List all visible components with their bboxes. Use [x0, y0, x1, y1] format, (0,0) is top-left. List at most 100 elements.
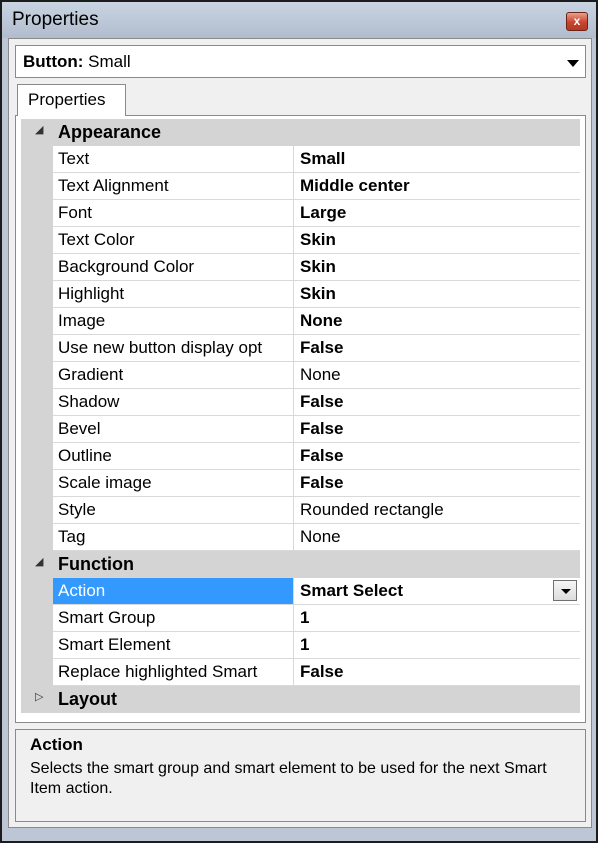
- property-name[interactable]: Background Color: [53, 254, 294, 281]
- property-value-text: 1: [300, 635, 310, 654]
- row-gutter: [21, 632, 53, 659]
- property-name[interactable]: Smart Element: [53, 632, 294, 659]
- property-row-highlight[interactable]: Highlight Skin: [21, 281, 580, 308]
- row-gutter: [21, 308, 53, 335]
- property-value[interactable]: Small: [294, 146, 580, 173]
- property-name[interactable]: Text Alignment: [53, 173, 294, 200]
- row-gutter: [21, 524, 53, 551]
- property-value[interactable]: False: [294, 470, 580, 497]
- property-row-background-color[interactable]: Background Color Skin: [21, 254, 580, 281]
- property-row-replace-highlighted-smart[interactable]: Replace highlighted Smart False: [21, 659, 580, 686]
- property-name[interactable]: Text: [53, 146, 294, 173]
- property-row-style[interactable]: Style Rounded rectangle: [21, 497, 580, 524]
- category-layout[interactable]: ▷ Layout: [21, 686, 580, 713]
- property-row-smart-element[interactable]: Smart Element 1: [21, 632, 580, 659]
- close-icon[interactable]: x: [566, 12, 588, 31]
- property-value-text: Smart Select: [300, 581, 403, 600]
- property-value[interactable]: None: [294, 362, 580, 389]
- property-value[interactable]: Skin: [294, 227, 580, 254]
- property-value-text: 1: [300, 608, 310, 627]
- property-row-use-new-button-display-opt[interactable]: Use new button display opt False: [21, 335, 580, 362]
- property-value[interactable]: False: [294, 659, 580, 686]
- property-value-text: False: [300, 392, 344, 411]
- property-grid: ◢ Appearance Text Small Text Alignment Middle…: [21, 119, 580, 713]
- property-row-shadow[interactable]: Shadow False: [21, 389, 580, 416]
- row-gutter: [21, 659, 53, 686]
- property-row-smart-group[interactable]: Smart Group 1: [21, 605, 580, 632]
- property-row-action[interactable]: Action Smart Select: [21, 578, 580, 605]
- property-name[interactable]: Bevel: [53, 416, 294, 443]
- row-gutter: [21, 227, 53, 254]
- property-value[interactable]: Smart Select: [294, 578, 580, 605]
- property-name[interactable]: Scale image: [53, 470, 294, 497]
- row-gutter: [21, 389, 53, 416]
- property-row-tag[interactable]: Tag None: [21, 524, 580, 551]
- window-title: Properties: [12, 9, 99, 30]
- property-value[interactable]: 1: [294, 605, 580, 632]
- property-name[interactable]: Use new button display opt: [53, 335, 294, 362]
- property-name[interactable]: Style: [53, 497, 294, 524]
- property-value-text: Skin: [300, 230, 336, 249]
- property-value[interactable]: False: [294, 416, 580, 443]
- row-gutter: [21, 443, 53, 470]
- row-gutter: [21, 254, 53, 281]
- properties-window: Properties x Button: Small Properties ◢ A…: [0, 0, 598, 843]
- property-name[interactable]: Text Color: [53, 227, 294, 254]
- category-appearance[interactable]: ◢ Appearance: [21, 119, 580, 146]
- property-name[interactable]: Font: [53, 200, 294, 227]
- property-name[interactable]: Outline: [53, 443, 294, 470]
- property-value[interactable]: Middle center: [294, 173, 580, 200]
- row-gutter: [21, 281, 53, 308]
- property-row-text[interactable]: Text Small: [21, 146, 580, 173]
- property-value[interactable]: None: [294, 308, 580, 335]
- property-name[interactable]: Shadow: [53, 389, 294, 416]
- property-value[interactable]: None: [294, 524, 580, 551]
- property-value-text: None: [300, 365, 341, 384]
- property-value[interactable]: False: [294, 443, 580, 470]
- category-function[interactable]: ◢ Function: [21, 551, 580, 578]
- property-value[interactable]: False: [294, 335, 580, 362]
- property-value-text: None: [300, 311, 343, 330]
- title-bar[interactable]: Properties x: [2, 2, 596, 38]
- property-value[interactable]: Skin: [294, 254, 580, 281]
- object-selector-label: Button: Small: [23, 52, 131, 72]
- property-value-text: Middle center: [300, 176, 410, 195]
- property-name[interactable]: Gradient: [53, 362, 294, 389]
- property-row-gradient[interactable]: Gradient None: [21, 362, 580, 389]
- collapse-triangle-icon[interactable]: ◢: [35, 555, 43, 568]
- row-gutter: [21, 200, 53, 227]
- property-value[interactable]: 1: [294, 632, 580, 659]
- property-row-outline[interactable]: Outline False: [21, 443, 580, 470]
- property-name[interactable]: Image: [53, 308, 294, 335]
- chevron-down-icon[interactable]: [553, 580, 577, 601]
- property-name[interactable]: Highlight: [53, 281, 294, 308]
- property-value[interactable]: False: [294, 389, 580, 416]
- expand-triangle-icon[interactable]: ▷: [35, 690, 43, 703]
- property-name[interactable]: Replace highlighted Smart: [53, 659, 294, 686]
- property-value[interactable]: Skin: [294, 281, 580, 308]
- category-label: Layout: [58, 689, 118, 709]
- properties-panel: Button: Small Properties ◢ Appearance Text…: [8, 38, 592, 828]
- property-row-font[interactable]: Font Large: [21, 200, 580, 227]
- property-value-text: Skin: [300, 257, 336, 276]
- property-name[interactable]: Tag: [53, 524, 294, 551]
- chevron-down-icon[interactable]: [567, 60, 579, 67]
- property-name[interactable]: Smart Group: [53, 605, 294, 632]
- property-value-text: None: [300, 527, 341, 546]
- property-row-image[interactable]: Image None: [21, 308, 580, 335]
- property-row-text-color[interactable]: Text Color Skin: [21, 227, 580, 254]
- property-name[interactable]: Action: [53, 578, 294, 605]
- row-gutter: [21, 173, 53, 200]
- property-value-text: Small: [300, 149, 346, 168]
- category-label: Appearance: [58, 122, 162, 142]
- object-selector[interactable]: Button: Small: [15, 45, 586, 78]
- property-row-text-alignment[interactable]: Text Alignment Middle center: [21, 173, 580, 200]
- tab-properties[interactable]: Properties: [17, 84, 126, 116]
- property-row-bevel[interactable]: Bevel False: [21, 416, 580, 443]
- property-value[interactable]: Rounded rectangle: [294, 497, 580, 524]
- property-value[interactable]: Large: [294, 200, 580, 227]
- collapse-triangle-icon[interactable]: ◢: [35, 123, 43, 136]
- row-gutter: [21, 497, 53, 524]
- property-row-scale-image[interactable]: Scale image False: [21, 470, 580, 497]
- property-value-text: Rounded rectangle: [300, 500, 444, 519]
